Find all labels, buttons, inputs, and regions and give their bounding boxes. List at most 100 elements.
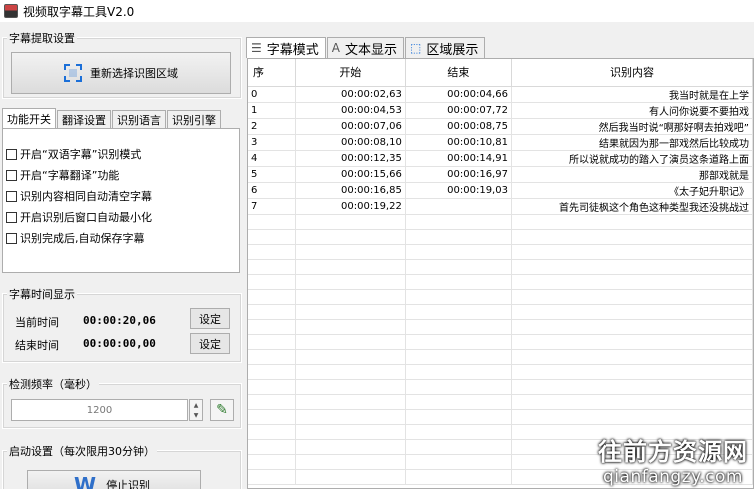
spin-up-icon[interactable]: ▲ <box>194 402 199 409</box>
cell-start: 00:00:07,06 <box>295 118 406 135</box>
option-translate[interactable]: 开启“字幕翻译”功能 <box>6 167 119 183</box>
empty-row <box>248 349 753 365</box>
cell-start: 00:00:12,35 <box>295 150 406 167</box>
cell-seq: 7 <box>248 198 296 215</box>
empty-cell <box>248 379 296 395</box>
spin-down-icon[interactable]: ▼ <box>194 412 199 419</box>
empty-cell <box>405 349 512 365</box>
cell-content: 首先司徒枫这个角色这种类型我还没挑战过 <box>511 198 753 215</box>
column-header-start[interactable]: 开始 <box>295 59 406 87</box>
tab-recognition-engine[interactable]: 识别引擎 <box>167 110 221 128</box>
empty-cell <box>248 229 296 245</box>
tab-feature-switch[interactable]: 功能开关 <box>2 108 56 128</box>
cell-start: 00:00:15,66 <box>295 166 406 183</box>
empty-cell <box>295 244 406 260</box>
checkbox[interactable] <box>6 190 17 202</box>
time-display-title: 字幕时间显示 <box>7 286 77 302</box>
table-row[interactable]: 0 00:00:02,63 00:00:04,66 我当时就是在上学 <box>248 86 753 103</box>
empty-cell <box>511 304 753 320</box>
extract-settings-title: 字幕提取设置 <box>7 30 77 46</box>
column-header-seq[interactable]: 序 <box>248 59 296 87</box>
reselect-region-button[interactable]: 重新选择识图区域 <box>11 52 231 94</box>
end-time-label: 结束时间 <box>15 339 59 352</box>
cell-seq: 1 <box>248 102 296 119</box>
empty-cell <box>405 364 512 380</box>
checkbox[interactable] <box>6 148 17 160</box>
cell-seq: 3 <box>248 134 296 151</box>
empty-cell <box>248 469 296 485</box>
empty-cell <box>248 424 296 440</box>
tab-translate-settings[interactable]: 翻译设置 <box>57 110 111 128</box>
empty-cell <box>295 394 406 410</box>
edit-icon: ✎ <box>216 402 228 418</box>
option-auto-minimize[interactable]: 开启识别后窗口自动最小化 <box>6 209 152 225</box>
empty-cell <box>405 244 512 260</box>
empty-cell <box>405 214 512 230</box>
column-header-content[interactable]: 识别内容 <box>511 59 753 87</box>
empty-cell <box>405 304 512 320</box>
empty-row <box>248 304 753 320</box>
checkbox[interactable] <box>6 169 17 181</box>
option-auto-save[interactable]: 识别完成后,自动保存字幕 <box>6 230 145 246</box>
empty-cell <box>248 214 296 230</box>
set-end-time-button[interactable]: 设定 <box>190 333 230 354</box>
empty-cell <box>511 364 753 380</box>
empty-row <box>248 289 753 305</box>
empty-cell <box>405 424 512 440</box>
empty-cell <box>248 244 296 260</box>
table-row[interactable]: 7 00:00:19,22 首先司徒枫这个角色这种类型我还没挑战过 <box>248 198 753 215</box>
stop-recognition-button[interactable]: W 停止识别 <box>27 470 201 489</box>
tab-label: 翻译设置 <box>62 113 106 127</box>
tab-subtitle-mode[interactable]: ☰ 字幕模式 <box>246 37 326 58</box>
set-current-time-button[interactable]: 设定 <box>190 308 230 329</box>
select-region-icon <box>64 64 82 82</box>
table-row[interactable]: 1 00:00:04,53 00:00:07,72 有人问你说要不要拍戏 <box>248 102 753 119</box>
empty-cell <box>511 214 753 230</box>
cell-start: 00:00:16,85 <box>295 182 406 199</box>
subtitle-grid[interactable]: 序 开始 结束 识别内容 0 00:00:02,63 00:00:04,66 我当时就… <box>247 58 754 489</box>
empty-cell <box>511 244 753 260</box>
option-clear-duplicate[interactable]: 识别内容相同自动清空字幕 <box>6 188 152 204</box>
table-row[interactable]: 6 00:00:16,85 00:00:19,03 《太子妃升职记》 <box>248 182 753 199</box>
left-tab-bar: 功能开关 翻译设置 识别语言 识别引擎 <box>2 108 222 128</box>
empty-cell <box>405 319 512 335</box>
cell-end: 00:00:07,72 <box>405 102 512 119</box>
tab-text-display[interactable]: A 文本显示 <box>326 37 405 58</box>
cell-content: 所以说就成功的踏入了演员这条道路上面 <box>511 150 753 167</box>
cell-seq: 2 <box>248 118 296 135</box>
option-bilingual[interactable]: 开启“双语字幕”识别模式 <box>6 146 141 162</box>
frequency-spinner[interactable]: ▲ ▼ <box>189 399 203 421</box>
checkbox[interactable] <box>6 211 17 223</box>
empty-cell <box>511 319 753 335</box>
set-button-label: 设定 <box>199 312 221 326</box>
checkbox[interactable] <box>6 232 17 244</box>
tab-recognition-language[interactable]: 识别语言 <box>112 110 166 128</box>
frequency-input[interactable]: 1200 <box>11 399 188 421</box>
empty-row <box>248 379 753 395</box>
cell-start: 00:00:08,10 <box>295 134 406 151</box>
table-row[interactable]: 4 00:00:12,35 00:00:14,91 所以说就成功的踏入了演员这条道路上… <box>248 150 753 167</box>
table-row[interactable]: 3 00:00:08,10 00:00:10,81 结果就因为那一部戏然后比较成功 <box>248 134 753 151</box>
empty-cell <box>248 304 296 320</box>
empty-cell <box>405 409 512 425</box>
empty-cell <box>405 469 512 485</box>
startup-title: 启动设置（每次限用30分钟） <box>7 443 157 459</box>
tab-region-display[interactable]: ⬚ 区域展示 <box>405 37 486 58</box>
column-header-end[interactable]: 结束 <box>405 59 512 87</box>
option-label: 开启“双语字幕”识别模式 <box>20 148 142 161</box>
table-row[interactable]: 5 00:00:15,66 00:00:16,97 那部戏就是 <box>248 166 753 183</box>
edit-frequency-button[interactable]: ✎ <box>210 399 234 421</box>
empty-cell <box>295 454 406 470</box>
table-row[interactable]: 2 00:00:07,06 00:00:08,75 然后我当时说“啊那好啊去拍戏吧” <box>248 118 753 135</box>
cell-end: 00:00:14,91 <box>405 150 512 167</box>
empty-cell <box>295 379 406 395</box>
window-title: 视频取字幕工具V2.0 <box>23 4 135 19</box>
cell-content: 《太子妃升职记》 <box>511 182 753 199</box>
empty-cell <box>511 334 753 350</box>
cell-content: 我当时就是在上学 <box>511 86 753 103</box>
w-logo-icon: W <box>74 473 97 489</box>
empty-cell <box>248 334 296 350</box>
empty-row <box>248 394 753 410</box>
empty-cell <box>511 349 753 365</box>
empty-cell <box>295 259 406 275</box>
